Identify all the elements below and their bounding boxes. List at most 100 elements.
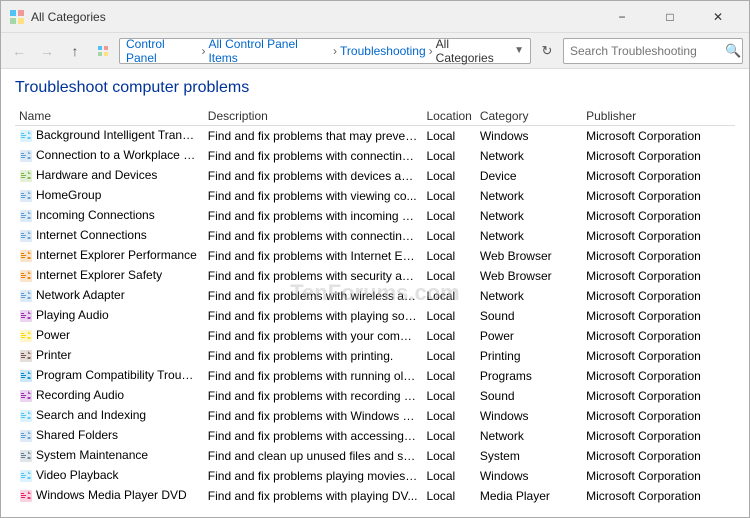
cell-publisher: Microsoft Corporation: [582, 386, 735, 406]
refresh-button[interactable]: ↻: [535, 39, 559, 63]
header-publisher[interactable]: Publisher: [582, 107, 735, 126]
cell-category: Network: [476, 226, 582, 246]
cell-location: Local: [422, 166, 475, 186]
cell-location: Local: [422, 226, 475, 246]
cell-location: Local: [422, 406, 475, 426]
table-row[interactable]: Internet ConnectionsFind and fix problem…: [15, 226, 735, 246]
cell-category: Media Player: [476, 506, 582, 508]
cell-desc: Find and fix problems with printing.: [204, 346, 423, 366]
window-title: All Categories: [31, 10, 599, 24]
header-category[interactable]: Category: [476, 107, 582, 126]
cell-publisher: Microsoft Corporation: [582, 266, 735, 286]
cell-name: HomeGroup: [15, 186, 204, 206]
table-header-row: Name Description Location Category Publi…: [15, 107, 735, 126]
title-bar: All Categories − □ ✕: [1, 1, 749, 33]
search-box[interactable]: 🔍: [563, 38, 743, 64]
breadcrumb[interactable]: Control Panel › All Control Panel Items …: [119, 38, 531, 64]
items-table: Name Description Location Category Publi…: [15, 107, 735, 507]
cell-publisher: Microsoft Corporation: [582, 146, 735, 166]
table-row[interactable]: HomeGroupFind and fix problems with view…: [15, 186, 735, 206]
breadcrumb-all-items[interactable]: All Control Panel Items: [208, 37, 330, 65]
cell-desc: Find and clean up unused files and shor.…: [204, 446, 423, 466]
address-bar: ← → ↑ Control Panel › All Control Panel …: [1, 33, 749, 69]
cell-name: Playing Audio: [15, 306, 204, 326]
cell-category: Network: [476, 426, 582, 446]
search-icon[interactable]: 🔍: [725, 43, 741, 59]
cell-category: Network: [476, 146, 582, 166]
table-row[interactable]: Program Compatibility TroubleshooterFind…: [15, 366, 735, 386]
cell-desc: Find and fix problems with incoming co..…: [204, 206, 423, 226]
cell-publisher: Microsoft Corporation: [582, 506, 735, 508]
table-row[interactable]: Windows Media Player LibraryFind and fix…: [15, 506, 735, 508]
cell-publisher: Microsoft Corporation: [582, 286, 735, 306]
breadcrumb-dropdown-arrow[interactable]: ▼: [514, 45, 524, 56]
cell-name: Hardware and Devices: [15, 166, 204, 186]
cell-desc: Find and fix problems with Windows Se...: [204, 406, 423, 426]
back-button[interactable]: ←: [7, 39, 31, 63]
cell-desc: Find and fix problems with playing sou..…: [204, 306, 423, 326]
header-name[interactable]: Name: [15, 107, 204, 126]
cell-location: Local: [422, 446, 475, 466]
cell-name: Internet Connections: [15, 226, 204, 246]
cell-desc: Find and fix problems with connecting t.…: [204, 226, 423, 246]
table-row[interactable]: Network AdapterFind and fix problems wit…: [15, 286, 735, 306]
table-body: Background Intelligent Transfer ServiceF…: [15, 126, 735, 508]
table-row[interactable]: Internet Explorer SafetyFind and fix pro…: [15, 266, 735, 286]
header-desc[interactable]: Description: [204, 107, 423, 126]
table-row[interactable]: Shared FoldersFind and fix problems with…: [15, 426, 735, 446]
cell-location: Local: [422, 186, 475, 206]
cell-desc: Find and fix problems with playing DV...: [204, 486, 423, 506]
cell-desc: Find and fix problems with security and …: [204, 266, 423, 286]
minimize-button[interactable]: −: [599, 2, 645, 32]
search-input[interactable]: [570, 44, 725, 58]
cell-desc: Find and fix problems that may prevent..…: [204, 126, 423, 146]
table-row[interactable]: Video PlaybackFind and fix problems play…: [15, 466, 735, 486]
cell-name: Program Compatibility Troubleshooter: [15, 366, 204, 386]
table-row[interactable]: Windows Media Player DVDFind and fix pro…: [15, 486, 735, 506]
table-row[interactable]: PrinterFind and fix problems with printi…: [15, 346, 735, 366]
cell-location: Local: [422, 366, 475, 386]
table-row[interactable]: PowerFind and fix problems with your com…: [15, 326, 735, 346]
cell-name: Power: [15, 326, 204, 346]
breadcrumb-current: All Categories: [436, 37, 510, 65]
cell-publisher: Microsoft Corporation: [582, 166, 735, 186]
cell-location: Local: [422, 506, 475, 508]
cell-category: Power: [476, 326, 582, 346]
table-row[interactable]: Background Intelligent Transfer ServiceF…: [15, 126, 735, 146]
cell-category: Sound: [476, 386, 582, 406]
cell-name: Shared Folders: [15, 426, 204, 446]
table-row[interactable]: System MaintenanceFind and clean up unus…: [15, 446, 735, 466]
forward-button[interactable]: →: [35, 39, 59, 63]
content-area: Troubleshoot computer problems Name Desc…: [1, 69, 749, 517]
cell-location: Local: [422, 466, 475, 486]
maximize-button[interactable]: □: [647, 2, 693, 32]
close-button[interactable]: ✕: [695, 2, 741, 32]
cell-publisher: Microsoft Corporation: [582, 346, 735, 366]
breadcrumb-control-panel[interactable]: Control Panel: [126, 37, 198, 65]
cell-desc: Find and fix problems with connecting t.…: [204, 146, 423, 166]
table-row[interactable]: Hardware and DevicesFind and fix problem…: [15, 166, 735, 186]
breadcrumb-troubleshooting[interactable]: Troubleshooting: [340, 44, 426, 58]
cell-publisher: Microsoft Corporation: [582, 206, 735, 226]
cell-category: Network: [476, 206, 582, 226]
table-row[interactable]: Internet Explorer PerformanceFind and fi…: [15, 246, 735, 266]
table-row[interactable]: Recording AudioFind and fix problems wit…: [15, 386, 735, 406]
table-row[interactable]: Incoming ConnectionsFind and fix problem…: [15, 206, 735, 226]
cell-desc: Find and fix problems with running old..…: [204, 366, 423, 386]
cell-desc: Find and fix problems with the Window...: [204, 506, 423, 508]
cell-category: Media Player: [476, 486, 582, 506]
table-row[interactable]: Search and IndexingFind and fix problems…: [15, 406, 735, 426]
cell-category: Programs: [476, 366, 582, 386]
up-button[interactable]: ↑: [63, 39, 87, 63]
header-location[interactable]: Location: [422, 107, 475, 126]
table-row[interactable]: Connection to a Workplace Using DirectAc…: [15, 146, 735, 166]
cell-location: Local: [422, 386, 475, 406]
cell-category: Windows: [476, 126, 582, 146]
recent-locations-button[interactable]: [91, 39, 115, 63]
table-row[interactable]: Playing AudioFind and fix problems with …: [15, 306, 735, 326]
cell-category: Network: [476, 186, 582, 206]
cell-location: Local: [422, 306, 475, 326]
table-container[interactable]: Name Description Location Category Publi…: [15, 107, 735, 507]
cell-publisher: Microsoft Corporation: [582, 486, 735, 506]
cell-location: Local: [422, 246, 475, 266]
